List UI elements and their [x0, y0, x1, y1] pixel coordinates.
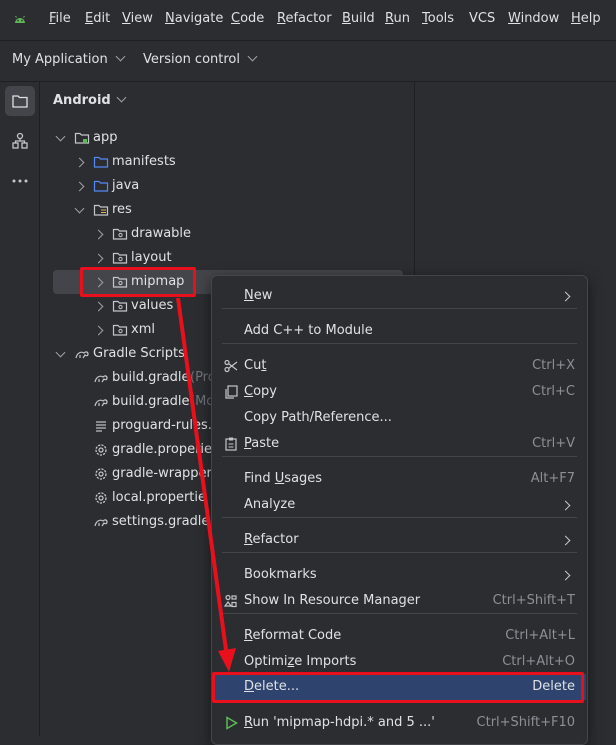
annotation-arrow — [176, 297, 236, 672]
